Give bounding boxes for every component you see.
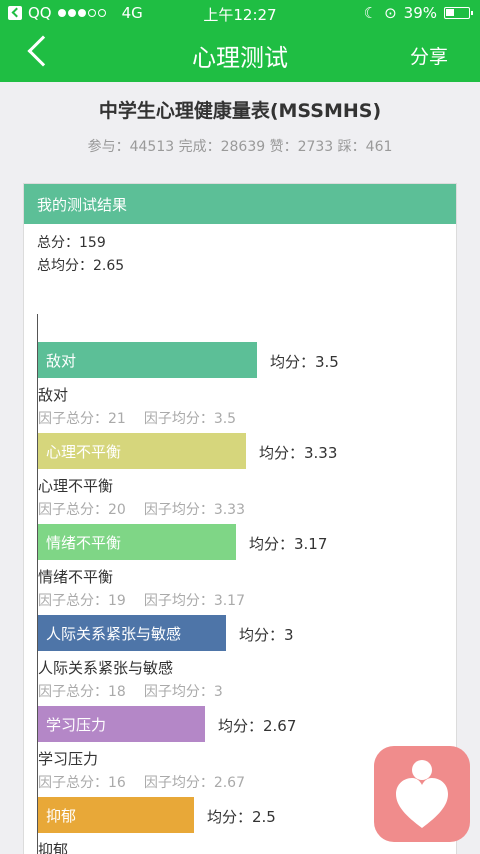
factor-avg-label: 均分：3.17 <box>249 535 328 553</box>
factor-row: 情绪不平衡 均分：3.17 情绪不平衡 因子总分：19 因子均分：3.17 <box>38 524 458 616</box>
rotation-lock-icon: ⊙ <box>384 4 397 22</box>
factor-scores: 因子总分：16 因子均分：2.67 <box>38 772 263 792</box>
factor-total-score: 因子总分：19 <box>38 593 126 609</box>
factor-name: 心理不平衡 <box>38 477 114 495</box>
factor-row: 心理不平衡 均分：3.33 心理不平衡 因子总分：20 因子均分：3.33 <box>38 433 458 525</box>
factor-bar: 情绪不平衡 <box>38 524 236 560</box>
result-card-header: 我的测试结果 <box>24 184 456 224</box>
factor-bar: 敌对 <box>38 342 257 378</box>
test-stats: 参与：44513 完成：28639 赞：2733 踩：461 <box>87 139 393 155</box>
factor-name: 抑郁 <box>38 841 69 854</box>
factor-average-score: 因子均分：2.67 <box>143 775 245 791</box>
status-right: ☾ ⊙ 39% <box>363 4 473 22</box>
factor-name: 学习压力 <box>38 750 99 768</box>
factor-name: 人际关系紧张与敏感 <box>38 659 174 677</box>
factor-total-score: 因子总分：20 <box>38 502 126 518</box>
factor-bar: 学习压力 <box>38 706 205 742</box>
factor-name: 敌对 <box>38 386 69 404</box>
factor-avg-label: 均分：3.5 <box>270 353 339 371</box>
factor-average-score: 因子均分：3.5 <box>143 411 237 427</box>
share-button[interactable]: 分享 <box>410 42 448 69</box>
factor-avg-label: 均分：2.67 <box>218 717 297 735</box>
factor-scores: 因子总分：19 因子均分：3.17 <box>38 590 263 610</box>
page-title: 心理测试 <box>192 44 288 72</box>
factor-name: 情绪不平衡 <box>38 568 114 586</box>
factor-total-score: 因子总分：16 <box>38 775 126 791</box>
app-logo-button[interactable] <box>374 746 470 842</box>
result-summary: 总分：159 总均分：2.65 <box>37 232 124 278</box>
factor-average-score: 因子均分：3 <box>143 684 223 700</box>
factor-total-score: 因子总分：18 <box>38 684 126 700</box>
factor-average-score: 因子均分：3.33 <box>143 502 245 518</box>
factor-bar: 人际关系紧张与敏感 <box>38 615 226 651</box>
status-bar: QQ 4G 上午12:27 ☾ ⊙ 39% <box>0 0 480 26</box>
factor-average-score: 因子均分：3.17 <box>143 593 245 609</box>
factor-avg-label: 均分：2.5 <box>207 808 276 826</box>
factor-row: 敌对 均分：3.5 敌对 因子总分：21 因子均分：3.5 <box>38 342 458 434</box>
factor-scores: 因子总分：18 因子均分：3 <box>38 681 241 701</box>
factor-scores: 因子总分：20 因子均分：3.33 <box>38 499 263 519</box>
test-title: 中学生心理健康量表(MSSMHS) <box>98 100 382 122</box>
battery-icon <box>444 7 473 19</box>
moon-icon: ☾ <box>363 4 378 22</box>
factor-avg-label: 均分：3.33 <box>259 444 338 462</box>
factor-row: 人际关系紧张与敏感 均分：3 人际关系紧张与敏感 因子总分：18 因子均分：3 <box>38 615 458 707</box>
total-score: 总分：159 <box>37 235 106 251</box>
factor-total-score: 因子总分：21 <box>38 411 126 427</box>
factor-scores: 因子总分：21 因子均分：3.5 <box>38 408 254 428</box>
total-average: 总均分：2.65 <box>37 258 125 274</box>
factor-avg-label: 均分：3 <box>239 626 294 644</box>
nav-bar: 心理测试 分享 <box>0 26 480 82</box>
heart-icon <box>396 778 448 828</box>
factor-bar: 抑郁 <box>38 797 194 833</box>
factor-bar: 心理不平衡 <box>38 433 246 469</box>
battery-percent: 39% <box>403 4 437 22</box>
